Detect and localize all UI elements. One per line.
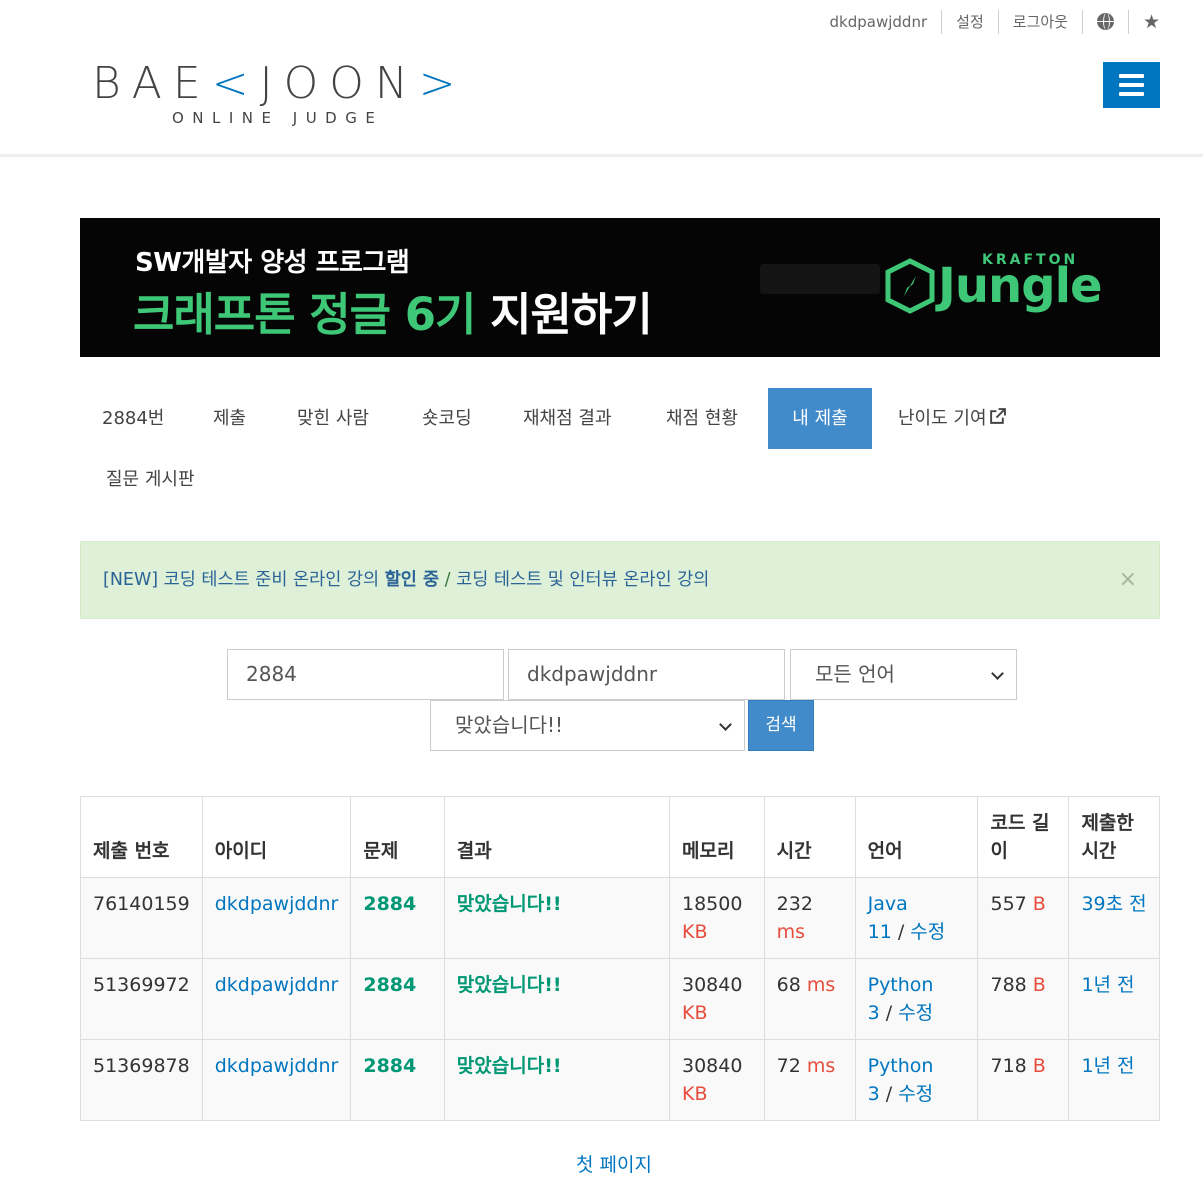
search-button[interactable]: 검색	[748, 700, 814, 751]
favorite-button[interactable]: ★	[1127, 10, 1160, 34]
banner-brand-large: Jungle	[938, 258, 1103, 314]
hamburger-icon-bar	[1119, 92, 1144, 96]
submission-id: 51369878	[80, 1039, 203, 1121]
language-button[interactable]	[1081, 10, 1128, 34]
table-row: 51369878 dkdpawjddnr 2884 맞았습니다!! 30840 K…	[80, 1039, 1160, 1121]
submitted-time-link[interactable]: 39초 전	[1081, 893, 1146, 915]
star-icon: ★	[1142, 11, 1160, 33]
menu-toggle-button[interactable]	[1103, 62, 1160, 108]
user-link[interactable]: dkdpawjddnr	[215, 893, 339, 915]
memory-cell: 18500 KB	[668, 877, 765, 959]
edit-link[interactable]: 수정	[898, 1083, 933, 1105]
alert-lecture-link[interactable]: [NEW] 코딩 테스트 준비 온라인 강의 할인 중	[103, 570, 439, 590]
chevron-down-icon	[991, 667, 1004, 680]
tab-my-submissions[interactable]: 내 제출	[768, 388, 872, 449]
close-icon[interactable]: ×	[1119, 542, 1137, 618]
time-cell: 72 ms	[763, 1039, 856, 1121]
col-header-problem: 문제	[350, 796, 445, 878]
col-header-user: 아이디	[201, 796, 352, 878]
tab-rejudge[interactable]: 재채점 결과	[501, 388, 634, 449]
table-row: 51369972 dkdpawjddnr 2884 맞았습니다!! 30840 K…	[80, 958, 1160, 1040]
top-bar: dkdpawjddnr 설정 로그아웃 ★	[830, 10, 1160, 34]
submission-id: 51369972	[80, 958, 203, 1040]
memory-cell: 30840 KB	[668, 958, 765, 1040]
submitted-time-link[interactable]: 1년 전	[1081, 974, 1134, 996]
logout-link[interactable]: 로그아웃	[997, 10, 1082, 34]
user-id-input[interactable]: dkdpawjddnr	[508, 649, 785, 700]
language-cell: Java 11 / 수정	[854, 877, 979, 959]
banner-overlay	[760, 264, 880, 294]
table-row: 76140159 dkdpawjddnr 2884 맞았습니다!! 18500 K…	[80, 877, 1160, 959]
edit-link[interactable]: 수정	[898, 1002, 933, 1024]
tab-status[interactable]: 채점 현황	[644, 388, 760, 449]
external-link-icon	[989, 408, 1006, 424]
col-header-submitted-time: 제출한 시간	[1068, 796, 1160, 878]
col-header-memory: 메모리	[668, 796, 765, 878]
hamburger-icon-bar	[1119, 74, 1144, 78]
banner-line1: SW개발자 양성 프로그램	[135, 248, 410, 278]
submission-id: 76140159	[80, 877, 203, 959]
site-logo[interactable]: BAE<JOON> ONLINE JUDGE	[92, 58, 467, 128]
chevron-down-icon	[719, 718, 732, 731]
problem-link[interactable]: 2884	[363, 974, 416, 996]
status-table: 제출 번호 아이디 문제 결과 메모리 시간 언어 코드 길이 제출한 시간 76…	[80, 796, 1160, 1121]
col-header-result: 결과	[443, 796, 670, 878]
logo-subtitle: ONLINE JUDGE	[172, 109, 384, 127]
tab-qna[interactable]: 질문 게시판	[84, 449, 217, 510]
col-header-time: 시간	[763, 796, 856, 878]
memory-cell: 30840 KB	[668, 1039, 765, 1121]
language-cell: Python 3 / 수정	[854, 1039, 979, 1121]
tab-submit[interactable]: 제출	[191, 388, 268, 449]
col-header-language: 언어	[854, 796, 979, 878]
result-text: 맞았습니다!!	[456, 974, 562, 996]
settings-link[interactable]: 설정	[941, 10, 998, 34]
table-header-row: 제출 번호 아이디 문제 결과 메모리 시간 언어 코드 길이 제출한 시간	[80, 796, 1160, 878]
promo-alert: [NEW] 코딩 테스트 준비 온라인 강의 할인 중 / 코딩 테스트 및 인…	[80, 541, 1160, 619]
alert-interview-link[interactable]: 코딩 테스트 및 인터뷰 온라인 강의	[456, 570, 709, 590]
promo-banner[interactable]: SW개발자 양성 프로그램 크래프톤 정글 6기 지원하기 KRAFTON Ju…	[80, 218, 1160, 357]
time-cell: 232 ms	[763, 877, 856, 959]
logo-wordmark: BAE<JOON>	[92, 58, 467, 109]
code-length-cell: 557 B	[977, 877, 1070, 959]
first-page-link[interactable]: 첫 페이지	[0, 1150, 1203, 1177]
banner-line2: 크래프톤 정글 6기 지원하기	[133, 288, 653, 341]
edit-link[interactable]: 수정	[910, 921, 945, 943]
col-header-id: 제출 번호	[80, 796, 203, 878]
tab-problem[interactable]: 2884번	[80, 388, 186, 449]
result-select[interactable]: 맞았습니다!!	[430, 700, 745, 751]
problem-link[interactable]: 2884	[363, 893, 416, 915]
submitted-time-link[interactable]: 1년 전	[1081, 1055, 1134, 1077]
user-link[interactable]: dkdpawjddnr	[215, 1055, 339, 1077]
user-link[interactable]: dkdpawjddnr	[215, 974, 339, 996]
time-cell: 68 ms	[763, 958, 856, 1040]
hamburger-icon-bar	[1119, 83, 1144, 87]
code-length-cell: 788 B	[977, 958, 1070, 1040]
header-divider	[0, 154, 1203, 157]
language-cell: Python 3 / 수정	[854, 958, 979, 1040]
compass-icon	[885, 258, 935, 314]
result-text: 맞았습니다!!	[456, 1055, 562, 1077]
tab-difficulty[interactable]: 난이도 기여	[876, 388, 1028, 449]
result-text: 맞았습니다!!	[456, 893, 562, 915]
problem-id-input[interactable]: 2884	[227, 649, 504, 700]
tab-solvers[interactable]: 맞힌 사람	[275, 388, 391, 449]
code-length-cell: 718 B	[977, 1039, 1070, 1121]
problem-link[interactable]: 2884	[363, 1055, 416, 1077]
username-link[interactable]: dkdpawjddnr	[830, 10, 942, 34]
tab-short-coding[interactable]: 숏코딩	[400, 388, 494, 449]
language-select[interactable]: 모든 언어	[790, 649, 1017, 700]
col-header-code-length: 코드 길이	[977, 796, 1070, 878]
globe-icon	[1096, 13, 1114, 30]
